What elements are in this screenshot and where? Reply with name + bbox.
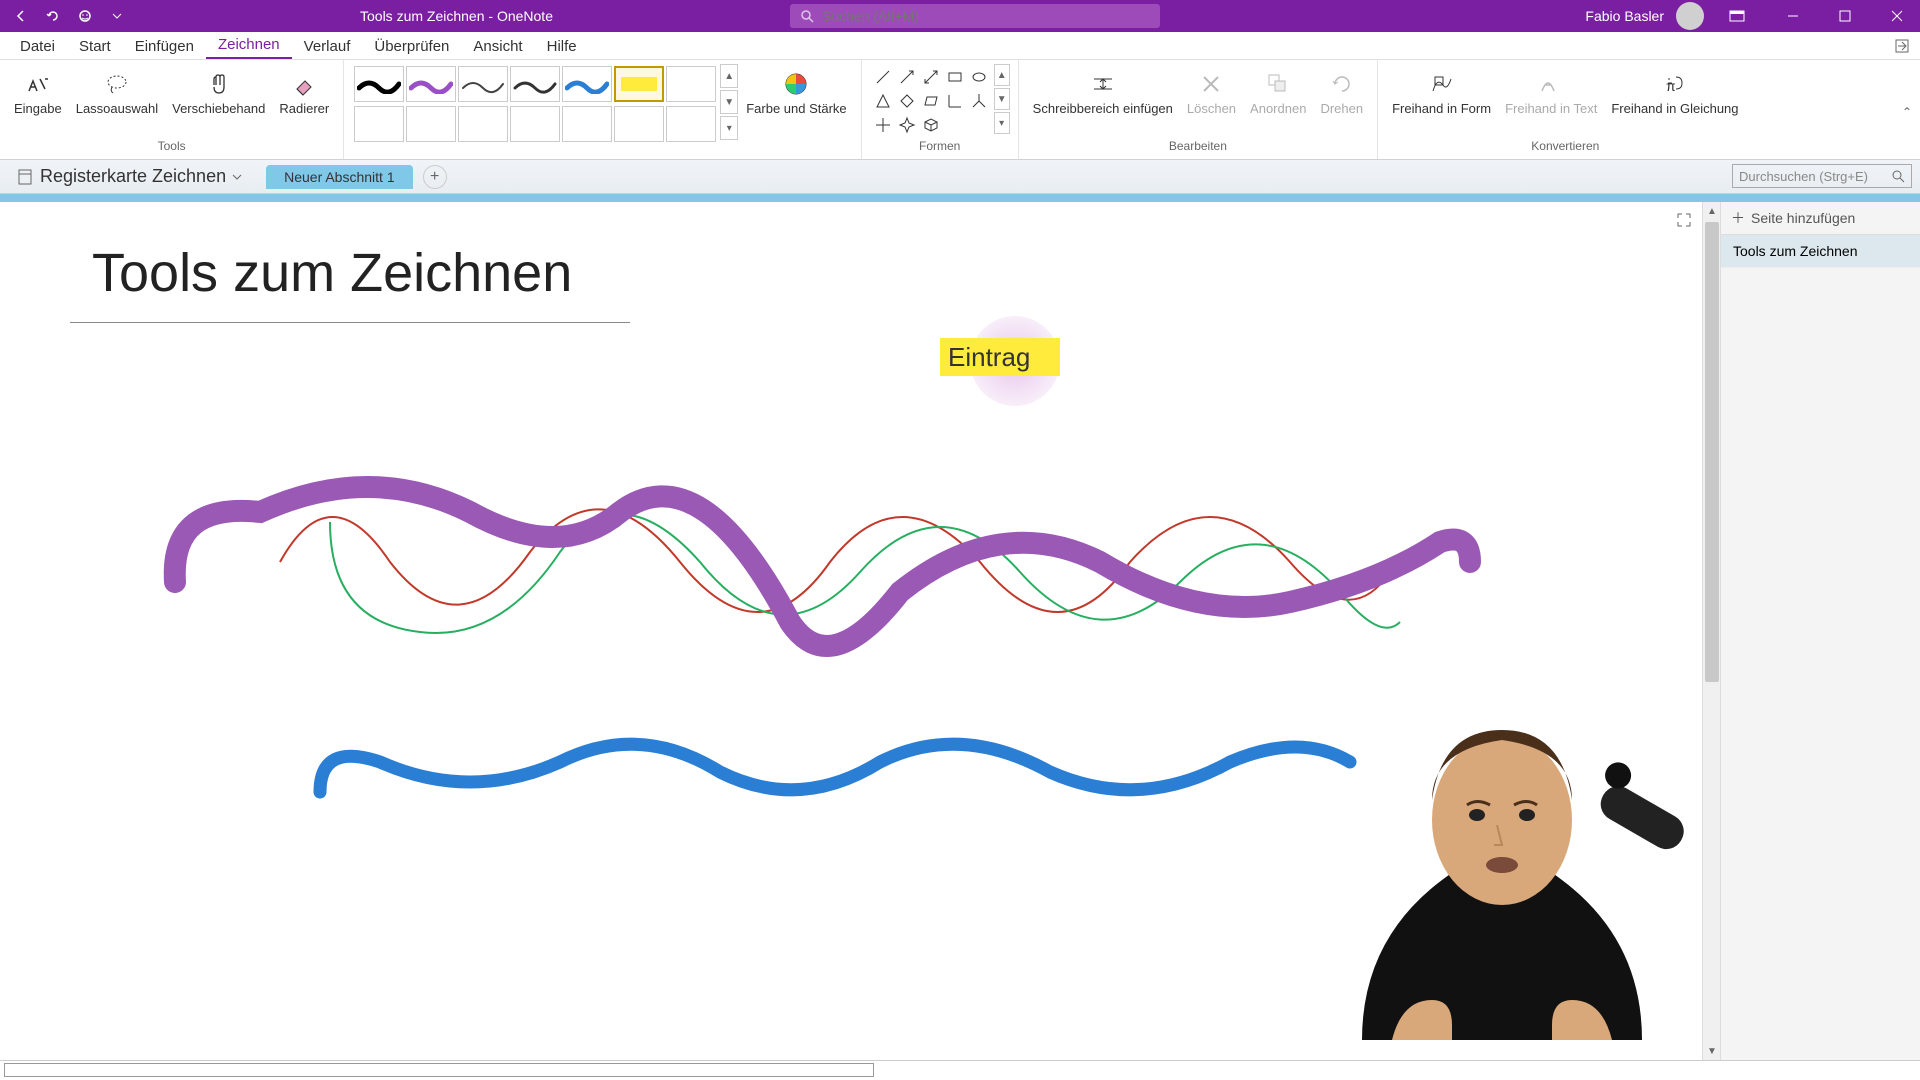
shapes-gallery <box>870 64 992 138</box>
menu-ueberpruefen[interactable]: Überprüfen <box>362 34 461 59</box>
menu-einfuegen[interactable]: Einfügen <box>123 34 206 59</box>
gallery-down-icon[interactable]: ▼ <box>720 90 738 114</box>
shape-ellipse[interactable] <box>968 66 990 88</box>
close-button[interactable] <box>1874 0 1920 32</box>
pen-purple[interactable] <box>406 66 456 102</box>
lasso-button[interactable]: Lassoauswahl <box>70 64 164 120</box>
menu-zeichnen[interactable]: Zeichnen <box>206 32 292 59</box>
group-shapes-label: Formen <box>919 139 960 155</box>
shape-triangle[interactable] <box>872 90 894 112</box>
title-underline <box>70 322 630 323</box>
plus-icon: ＋ <box>1731 208 1745 228</box>
group-edit-label: Bearbeiten <box>1169 139 1227 155</box>
pen-gallery <box>352 64 718 146</box>
shape-parallelogram[interactable] <box>920 90 942 112</box>
arrange-button: Anordnen <box>1244 64 1312 120</box>
shape-axis-cross[interactable] <box>872 114 894 136</box>
pen-empty-1[interactable] <box>666 66 716 102</box>
chevron-down-icon <box>232 172 242 182</box>
undo-icon[interactable] <box>42 5 64 27</box>
menu-ansicht[interactable]: Ansicht <box>461 34 534 59</box>
page-search-input[interactable]: Durchsuchen (Strg+E) <box>1732 164 1912 188</box>
scroll-thumb[interactable] <box>1705 222 1719 682</box>
color-thickness-button[interactable]: Farbe und Stärke <box>740 64 852 120</box>
search-box[interactable] <box>790 4 1160 28</box>
page-list-item[interactable]: Tools zum Zeichnen <box>1721 235 1920 268</box>
highlighter-yellow[interactable] <box>614 66 664 102</box>
ink-to-text-button: Freihand in Text <box>1499 64 1603 120</box>
maximize-button[interactable] <box>1822 0 1868 32</box>
eraser-button[interactable]: Radierer <box>273 64 335 120</box>
gallery-up-icon[interactable]: ▲ <box>720 64 738 88</box>
back-icon[interactable] <box>10 5 32 27</box>
window-title: Tools zum Zeichnen - OneNote <box>360 8 553 24</box>
redo-icon[interactable] <box>74 5 96 27</box>
minimize-button[interactable] <box>1770 0 1816 32</box>
pen-thin2[interactable] <box>510 66 560 102</box>
notebook-icon <box>16 168 34 186</box>
shape-arrow[interactable] <box>896 66 918 88</box>
notebook-dropdown[interactable]: Registerkarte Zeichnen <box>8 166 250 187</box>
shape-axis-3d[interactable] <box>968 90 990 112</box>
pen-empty-5[interactable] <box>510 106 560 142</box>
pen-empty-4[interactable] <box>458 106 508 142</box>
status-field[interactable] <box>4 1063 874 1077</box>
expand-icon[interactable] <box>1676 212 1692 228</box>
avatar[interactable] <box>1676 2 1704 30</box>
status-bar <box>0 1060 1920 1080</box>
shape-empty2[interactable] <box>968 114 990 136</box>
hand-button[interactable]: Verschiebehand <box>166 64 271 120</box>
menu-start[interactable]: Start <box>67 34 123 59</box>
pen-empty-2[interactable] <box>354 106 404 142</box>
share-icon[interactable] <box>1894 38 1910 54</box>
ink-to-math-button[interactable]: πFreihand in Gleichung <box>1605 64 1744 120</box>
add-page-button[interactable]: ＋ Seite hinzufügen <box>1721 202 1920 235</box>
search-icon <box>1891 169 1905 183</box>
pen-thin1[interactable] <box>458 66 508 102</box>
gallery-more-icon[interactable]: ▾ <box>720 116 738 140</box>
group-tools-label: Tools <box>158 139 186 155</box>
page-canvas[interactable]: Tools zum Zeichnen Eintrag <box>0 202 1702 1060</box>
delete-button: Löschen <box>1181 64 1242 120</box>
shapes-more-icon[interactable]: ▾ <box>994 112 1010 134</box>
rotate-button: Drehen <box>1314 64 1369 120</box>
pen-blue[interactable] <box>562 66 612 102</box>
menu-hilfe[interactable]: Hilfe <box>535 34 589 59</box>
svg-text:π: π <box>1666 78 1676 94</box>
section-tab[interactable]: Neuer Abschnitt 1 <box>266 165 413 189</box>
shape-empty1[interactable] <box>944 114 966 136</box>
shape-axis-xy[interactable] <box>944 90 966 112</box>
pen-empty-6[interactable] <box>562 106 612 142</box>
menu-datei[interactable]: Datei <box>8 34 67 59</box>
webcam-overlay <box>1302 680 1702 1040</box>
shape-star4[interactable] <box>896 114 918 136</box>
insert-space-button[interactable]: Schreibbereich einfügen <box>1027 64 1179 120</box>
ink-to-shape-button[interactable]: Freihand in Form <box>1386 64 1497 120</box>
shape-line[interactable] <box>872 66 894 88</box>
pen-empty-3[interactable] <box>406 106 456 142</box>
eingabe-button[interactable]: Eingabe <box>8 64 68 120</box>
pen-empty-7[interactable] <box>614 106 664 142</box>
page-title[interactable]: Tools zum Zeichnen <box>92 242 572 304</box>
shape-grid3d[interactable] <box>920 114 942 136</box>
shapes-down-icon[interactable]: ▼ <box>994 88 1010 110</box>
shape-diamond[interactable] <box>896 90 918 112</box>
ribbon-display-icon[interactable] <box>1726 5 1748 27</box>
user-name[interactable]: Fabio Basler <box>1585 8 1664 24</box>
scroll-up-icon[interactable]: ▲ <box>1703 202 1721 220</box>
shape-rect[interactable] <box>944 66 966 88</box>
search-icon <box>800 9 814 23</box>
shape-double-arrow[interactable] <box>920 66 942 88</box>
group-convert-label: Konvertieren <box>1531 139 1599 155</box>
qat-dropdown-icon[interactable] <box>106 5 128 27</box>
menu-verlauf[interactable]: Verlauf <box>292 34 363 59</box>
search-input[interactable] <box>822 8 1150 24</box>
vertical-scrollbar[interactable]: ▲ ▼ <box>1702 202 1720 1060</box>
pen-empty-8[interactable] <box>666 106 716 142</box>
add-section-button[interactable]: + <box>423 165 447 189</box>
pen-black-thick[interactable] <box>354 66 404 102</box>
scroll-down-icon[interactable]: ▼ <box>1703 1042 1721 1060</box>
collapse-ribbon-icon[interactable]: ⌃ <box>1902 105 1912 119</box>
shapes-up-icon[interactable]: ▲ <box>994 64 1010 86</box>
